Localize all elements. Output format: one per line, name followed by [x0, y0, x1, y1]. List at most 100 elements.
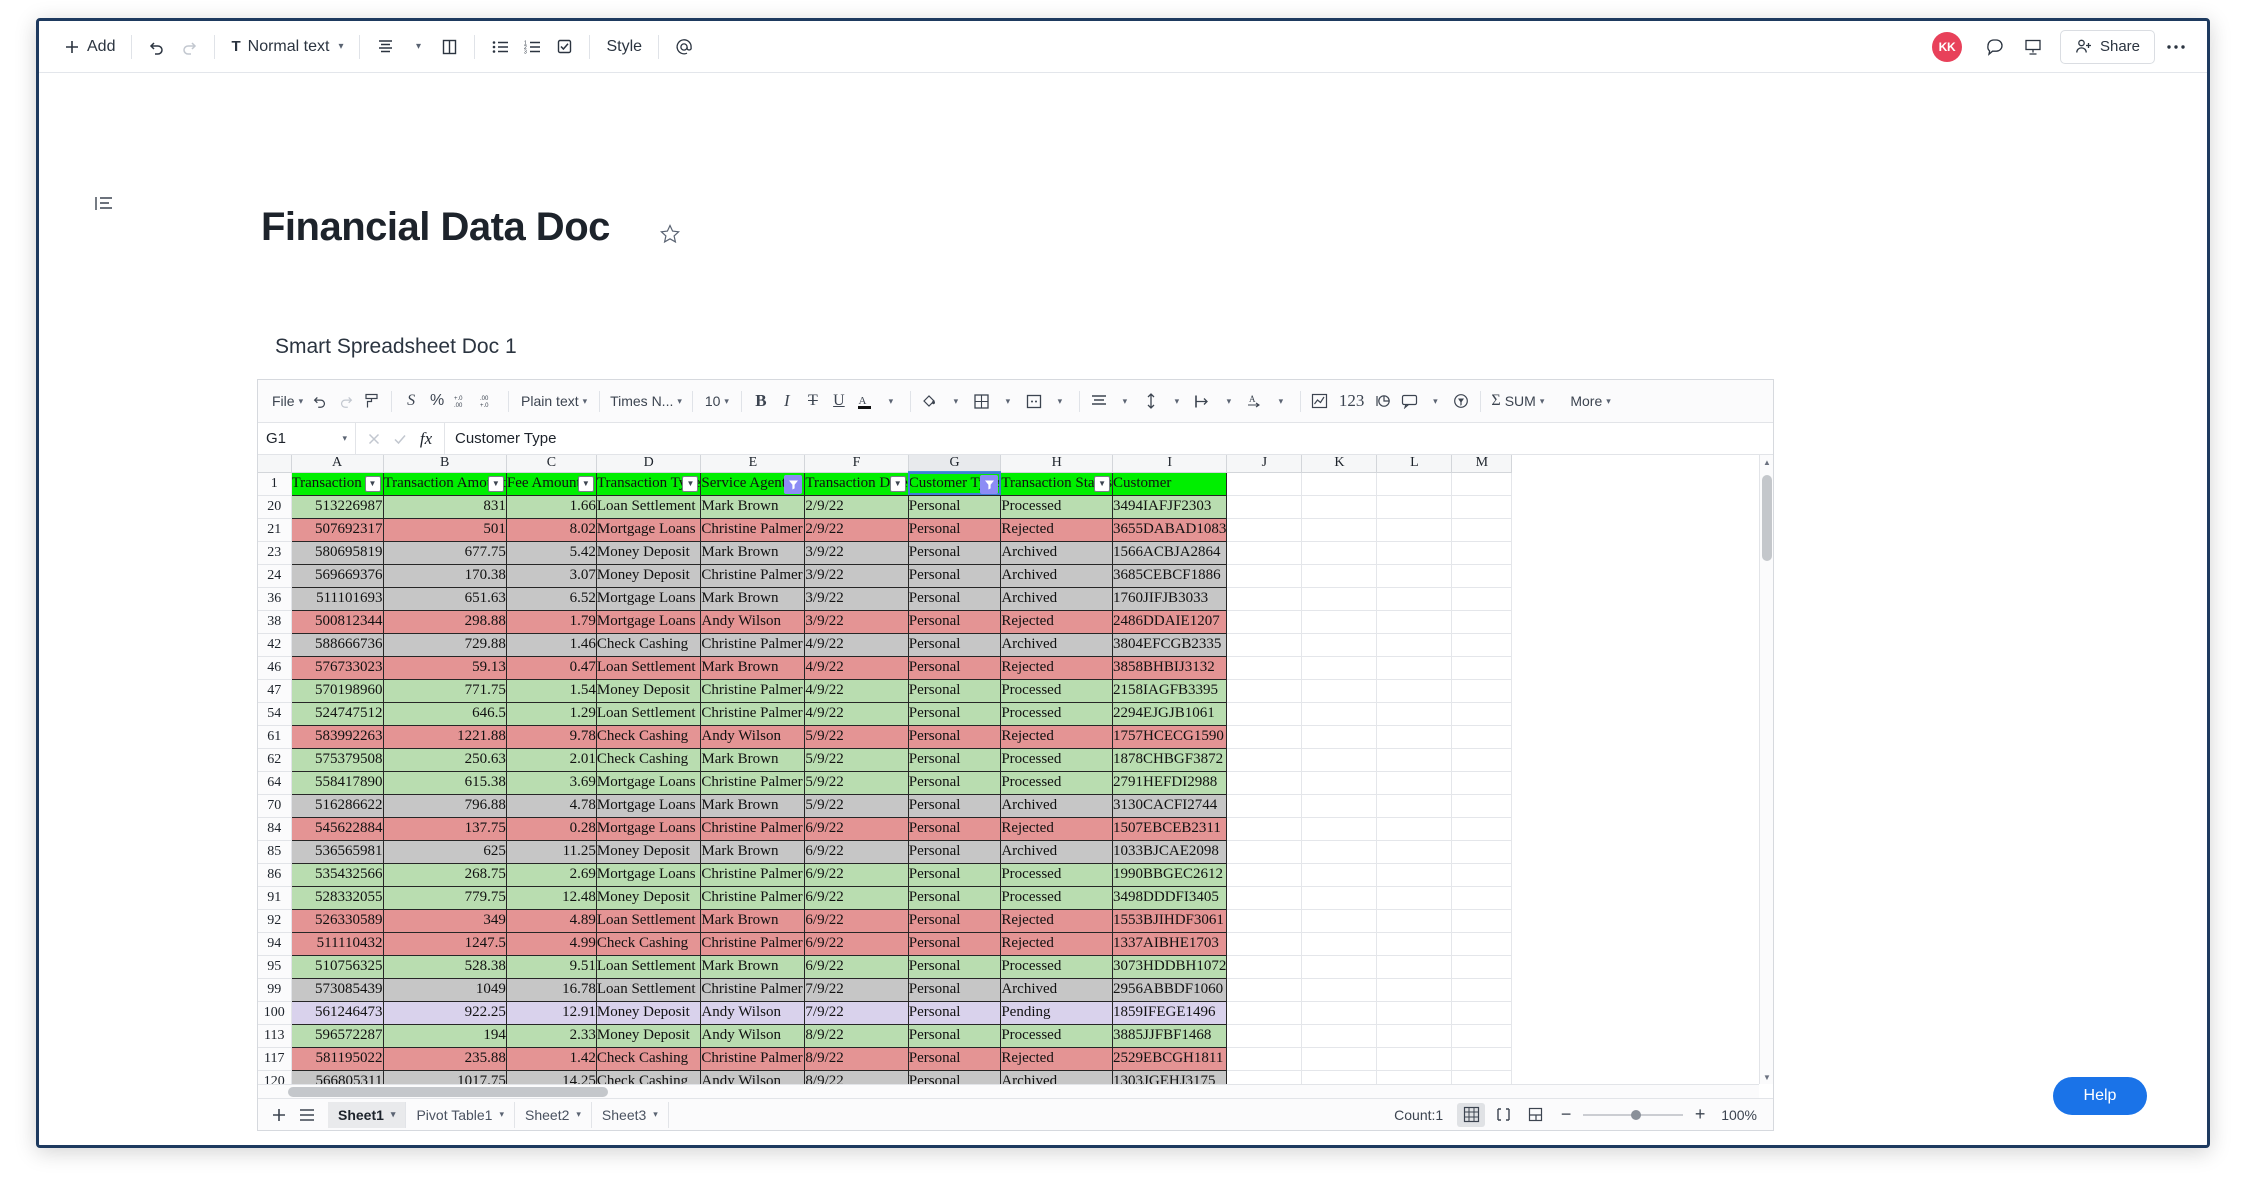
grid-cell[interactable]: 4.99 [505, 931, 597, 956]
empty-cell[interactable] [1226, 632, 1303, 657]
grid-cell[interactable]: 1507EBCEB2311 [1112, 816, 1228, 841]
grid-cell[interactable]: Archived [1000, 977, 1114, 1002]
row-header[interactable]: 91 [258, 886, 292, 910]
vertical-align-button[interactable] [1138, 387, 1164, 415]
grid-cell[interactable]: 516286622 [290, 793, 384, 818]
text-wrap-button[interactable] [1190, 387, 1216, 415]
row-header[interactable]: 20 [258, 495, 292, 519]
row-header[interactable]: 99 [258, 978, 292, 1002]
grid-cell[interactable]: Processed [1000, 954, 1114, 979]
grid-cell[interactable]: 3655DABAD1083 [1112, 517, 1228, 542]
column-header-B[interactable]: B [383, 455, 507, 473]
grid-cell[interactable]: 4/9/22 [804, 632, 909, 657]
grid-cell[interactable]: Personal [907, 954, 1002, 979]
column-filter-dropdown-C[interactable]: ▼ [577, 475, 594, 492]
empty-cell[interactable] [1376, 1046, 1453, 1071]
grid-cell[interactable]: 2.69 [505, 862, 597, 887]
empty-cell[interactable] [1451, 609, 1513, 634]
sheet-tab-sheet1[interactable]: Sheet1 ▾ [328, 1101, 407, 1128]
grid-cell[interactable]: Mark Brown [700, 747, 806, 772]
empty-cell[interactable] [1451, 471, 1513, 496]
empty-cell[interactable] [1451, 931, 1513, 956]
horizontal-align-button[interactable] [1086, 387, 1112, 415]
grid-cell[interactable]: Mortgage Loans [595, 793, 702, 818]
empty-cell[interactable] [1376, 862, 1453, 887]
empty-cell[interactable] [1226, 816, 1303, 841]
column-filter-active-G[interactable] [980, 475, 999, 494]
empty-cell[interactable] [1301, 494, 1378, 519]
empty-cell[interactable] [1451, 678, 1513, 703]
empty-cell[interactable] [1226, 494, 1303, 519]
paint-format-button[interactable] [359, 387, 385, 415]
grid-cell[interactable]: 0.47 [505, 655, 597, 680]
accept-formula-button[interactable] [388, 427, 412, 451]
column-filter-dropdown-A[interactable]: ▼ [364, 475, 381, 492]
empty-cell[interactable] [1451, 494, 1513, 519]
more-toolbar-button[interactable]: More ▾ [1566, 387, 1614, 415]
empty-cell[interactable] [1451, 839, 1513, 864]
empty-cell[interactable] [1301, 885, 1378, 910]
empty-cell[interactable] [1301, 540, 1378, 565]
grid-cell[interactable]: 596572287 [290, 1023, 384, 1048]
grid-cell[interactable]: 501 [382, 517, 507, 542]
column-filter-dropdown-F[interactable]: ▼ [889, 475, 906, 492]
grid-cell[interactable]: Rejected [1000, 931, 1114, 956]
grid-cell[interactable]: 8/9/22 [804, 1046, 909, 1071]
grid-cell[interactable]: Christine Palmer [700, 632, 806, 657]
grid-cell[interactable]: 2/9/22 [804, 494, 909, 519]
grid-cell[interactable]: Personal [907, 724, 1002, 749]
borders-dropdown[interactable]: ▾ [995, 387, 1021, 415]
empty-cell[interactable] [1451, 954, 1513, 979]
grid-cell[interactable]: 2.01 [505, 747, 597, 772]
column-header-C[interactable]: C [506, 455, 597, 473]
empty-cell[interactable] [1301, 839, 1378, 864]
grid-cell[interactable]: Personal [907, 563, 1002, 588]
italic-button[interactable]: I [774, 387, 800, 415]
grid-cell[interactable]: Rejected [1000, 517, 1114, 542]
empty-cell[interactable] [1451, 908, 1513, 933]
text-color-button[interactable]: A [852, 387, 878, 415]
empty-cell[interactable] [1301, 563, 1378, 588]
row-header[interactable]: 42 [258, 633, 292, 657]
grid-cell[interactable]: Processed [1000, 862, 1114, 887]
chevron-down-icon[interactable]: ▾ [499, 1109, 504, 1120]
empty-cell[interactable] [1226, 724, 1303, 749]
empty-cell[interactable] [1301, 816, 1378, 841]
grid-cell[interactable]: 575379508 [290, 747, 384, 772]
grid-cell[interactable]: Personal [907, 862, 1002, 887]
grid-cell[interactable]: Personal [907, 977, 1002, 1002]
row-header[interactable]: 38 [258, 610, 292, 634]
column-header-D[interactable]: D [596, 455, 702, 473]
grid-cell[interactable]: 235.88 [382, 1046, 507, 1071]
empty-cell[interactable] [1376, 471, 1453, 496]
grid-cell[interactable]: 570198960 [290, 678, 384, 703]
grid-cell[interactable]: Check Cashing [595, 724, 702, 749]
horizontal-align-dropdown[interactable]: ▾ [1112, 387, 1138, 415]
grid-cell[interactable]: Rejected [1000, 816, 1114, 841]
outline-toggle-button[interactable] [95, 195, 115, 213]
empty-cell[interactable] [1376, 908, 1453, 933]
grid-cell[interactable]: 646.5 [382, 701, 507, 726]
grid-cell[interactable]: Rejected [1000, 609, 1114, 634]
grid-cell[interactable]: 1566ACBJA2864 [1112, 540, 1228, 565]
grid-cell[interactable]: Christine Palmer [700, 770, 806, 795]
cancel-formula-button[interactable] [362, 427, 386, 451]
grid-cell[interactable]: 298.88 [382, 609, 507, 634]
header-cell-C[interactable]: Fee Amount ▼ [505, 471, 597, 496]
insert-comment-dropdown[interactable]: ▾ [1422, 387, 1448, 415]
add-sheet-button[interactable] [266, 1101, 292, 1129]
column-fit-button[interactable] [1489, 1103, 1517, 1127]
header-cell-H[interactable]: Transaction Status ▼ [1000, 471, 1114, 496]
grid-cell[interactable]: 535432566 [290, 862, 384, 887]
borders-button[interactable] [969, 387, 995, 415]
grid-cell[interactable]: 576733023 [290, 655, 384, 680]
grid-cell[interactable]: Christine Palmer [700, 701, 806, 726]
empty-cell[interactable] [1376, 517, 1453, 542]
grid-cell[interactable]: Rejected [1000, 1046, 1114, 1071]
empty-cell[interactable] [1451, 632, 1513, 657]
insert-pivot-button[interactable] [1370, 387, 1396, 415]
text-color-dropdown[interactable]: ▾ [878, 387, 904, 415]
scroll-down-arrow[interactable]: ▼ [1760, 1070, 1773, 1084]
grid-cell[interactable]: Processed [1000, 701, 1114, 726]
grid-cell[interactable]: 4/9/22 [804, 701, 909, 726]
